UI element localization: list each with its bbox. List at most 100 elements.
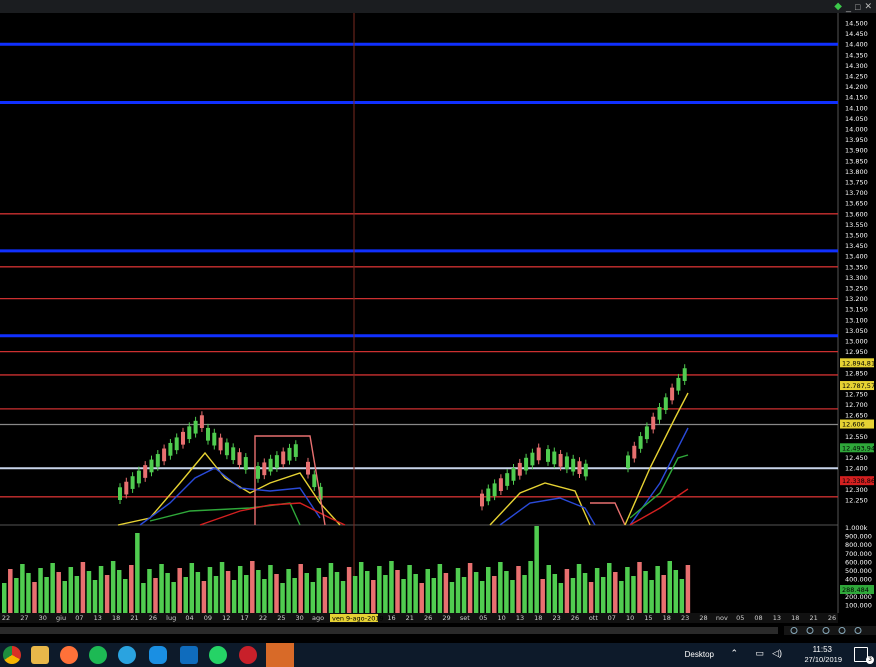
volume-bar (298, 564, 303, 613)
candle-body (212, 432, 217, 446)
window-controls: ◆ _ □ ✕ (834, 0, 872, 13)
x-tick-label: 30 (296, 614, 304, 622)
candle-body (224, 442, 229, 456)
x-tick-label: 29 (442, 614, 450, 622)
chart-background (0, 13, 876, 643)
crosshair-date-text: ven 9-ago-2019 (332, 615, 384, 623)
volume-bar (50, 563, 55, 613)
candle-body (124, 481, 129, 495)
minimize-button[interactable]: _ (846, 2, 851, 12)
price-tick-label: 13.500 (845, 232, 868, 240)
volume-tick-label: 1.000k (845, 524, 868, 532)
candle-body (287, 447, 292, 461)
firefox-icon[interactable] (60, 646, 78, 664)
trading-app-icon[interactable] (266, 643, 294, 667)
desktop-toolbar-label[interactable]: Desktop (685, 650, 714, 659)
volume-bar (183, 577, 188, 613)
volume-tick-label: 600.000 (845, 558, 872, 566)
clock-date[interactable]: 27/10/2019 (804, 655, 842, 664)
volume-bar (431, 578, 437, 613)
candle-body (682, 368, 687, 381)
volume-bar (576, 564, 582, 613)
chevron-up-icon[interactable]: ⌃ (730, 648, 738, 659)
price-tick-label: 12.850 (845, 369, 868, 377)
price-tick-label: 12.750 (845, 391, 868, 399)
volume-bar (667, 561, 672, 613)
price-tick-label: 13.450 (845, 242, 868, 250)
volume-bar (613, 572, 618, 613)
clock-time[interactable]: 11:53 (813, 645, 832, 654)
outlook-icon[interactable] (180, 646, 198, 664)
volume-bar (8, 569, 13, 613)
volume-bar (207, 567, 213, 613)
close-button[interactable]: ✕ (864, 1, 872, 12)
candle-body (546, 449, 550, 462)
notification-count: 3 (866, 656, 874, 664)
horizontal-scrollbar[interactable] (0, 627, 778, 634)
volume-bar (582, 573, 588, 613)
candle-body (168, 442, 173, 456)
volume-bar (159, 564, 164, 613)
volume-bar (534, 526, 539, 613)
candle-body (511, 468, 516, 481)
volume-bar (123, 579, 128, 613)
candle-body (676, 377, 681, 391)
telegram-icon[interactable] (118, 646, 136, 664)
volume-bar (631, 576, 636, 613)
x-tick-label: 21 (810, 614, 818, 622)
candle-body (558, 453, 563, 467)
skype-icon[interactable] (149, 646, 167, 664)
volume-bar (522, 575, 527, 613)
price-tick-label: 13.100 (845, 316, 868, 324)
volume-bar (26, 573, 31, 613)
volume-bar (510, 580, 515, 613)
volume-bar (322, 577, 328, 613)
volume-bar (389, 561, 394, 613)
whatsapp-icon[interactable] (209, 646, 227, 664)
candle-body (552, 451, 557, 465)
volume-bar (80, 562, 86, 613)
price-tick-label: 12.950 (845, 348, 868, 356)
volume-bar (552, 574, 558, 613)
volume-bar (401, 579, 406, 613)
price-tick-label: 13.850 (845, 157, 868, 165)
x-tick-label: 09 (204, 614, 212, 622)
x-tick-label: 10 (626, 614, 634, 622)
x-tick-label: 13 (94, 614, 102, 622)
candle-body (644, 426, 649, 440)
candle-body (193, 420, 198, 434)
price-tick-label: 12.650 (845, 412, 868, 420)
candle-body (670, 387, 675, 401)
maximize-button[interactable]: □ (855, 2, 860, 12)
volume-icon[interactable]: ◁) (772, 648, 782, 659)
x-tick-label: 18 (534, 614, 542, 622)
spotify-icon[interactable] (89, 646, 107, 664)
network-icon[interactable]: ▭ (755, 648, 764, 659)
candle-body (231, 447, 236, 461)
x-tick-label: 26 (571, 614, 579, 622)
chrome-icon[interactable] (3, 646, 21, 664)
volume-bar (68, 567, 74, 613)
volume-bar (32, 582, 37, 613)
price-tick-label: 14.100 (845, 104, 868, 112)
price-tick-label: 13.700 (845, 189, 868, 197)
x-tick-label: 08 (754, 614, 762, 622)
volume-bar (244, 575, 249, 613)
app-icon[interactable] (239, 646, 257, 664)
x-tick-label: 21 (406, 614, 414, 622)
chart-area[interactable]: 14.500 14.450 14.400 14.350 14.300 14.250 14.2… (0, 13, 876, 643)
x-tick-label: 05 (479, 614, 487, 622)
price-tick-label: 14.450 (845, 30, 868, 38)
volume-bar (92, 580, 98, 613)
price-badge-text: 12.606 (842, 421, 865, 429)
price-tick-label: 13.600 (845, 210, 868, 218)
explorer-icon[interactable] (31, 646, 49, 664)
volume-bar (292, 578, 297, 613)
x-tick-label: 28 (699, 614, 707, 622)
x-tick-label: 10 (497, 614, 505, 622)
volume-bar (588, 582, 594, 613)
x-tick-label: 30 (39, 614, 47, 622)
price-tick-label: 13.800 (845, 168, 868, 176)
x-tick-label: giu (56, 614, 66, 622)
volume-tick-label: 700.000 (845, 550, 872, 558)
